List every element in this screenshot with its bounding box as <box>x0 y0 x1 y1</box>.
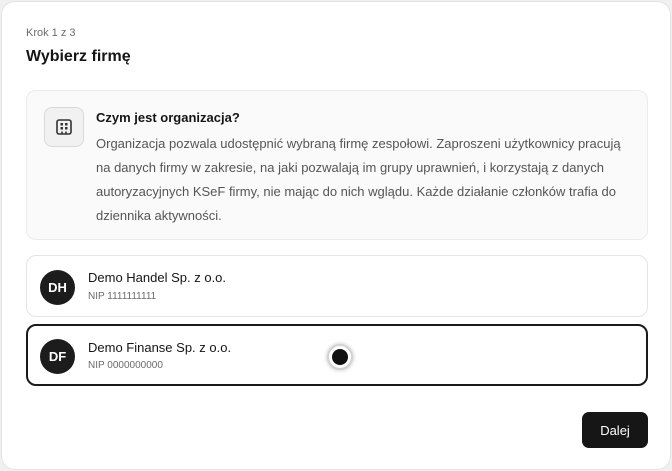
company-name: Demo Finanse Sp. z o.o. <box>88 340 232 355</box>
organization-info-box: Czym jest organizacja? Organizacja pozwa… <box>26 90 648 240</box>
info-description: Organizacja pozwala udostępnić wybraną f… <box>96 136 621 223</box>
company-option-demo-finanse[interactable]: DF Demo Finanse Sp. z o.o. NIP 000000000… <box>26 324 648 386</box>
next-button[interactable]: Dalej <box>582 412 648 448</box>
info-heading: Czym jest organizacja? <box>96 110 240 125</box>
radio-dot-icon <box>332 349 348 365</box>
building-icon <box>44 107 84 147</box>
company-avatar: DF <box>40 339 75 374</box>
company-nip: NIP 0000000000 <box>88 360 163 371</box>
step-indicator: Krok 1 z 3 <box>26 27 76 39</box>
company-nip: NIP 1111111111 <box>88 291 157 302</box>
company-avatar: DH <box>40 270 75 305</box>
company-select-card: Krok 1 z 3 Wybierz firmę Czym jest organ… <box>1 1 671 470</box>
selected-radio-indicator[interactable] <box>327 344 353 370</box>
company-option-demo-handel[interactable]: DH Demo Handel Sp. z o.o. NIP 1111111111 <box>26 255 648 317</box>
company-name: Demo Handel Sp. z o.o. <box>88 270 227 285</box>
page-title: Wybierz firmę <box>26 48 131 65</box>
